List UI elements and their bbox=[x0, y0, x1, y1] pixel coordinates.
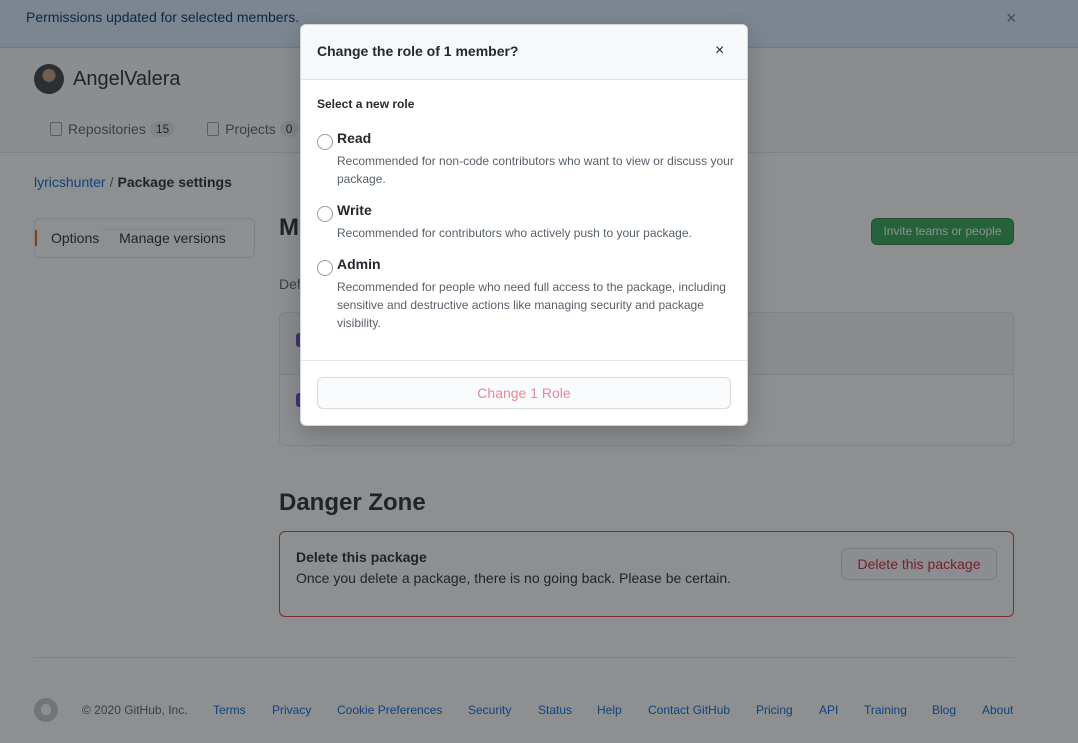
dialog-title: Change the role of 1 member? bbox=[317, 43, 519, 59]
role-option-write[interactable]: Write Recommended for contributors who a… bbox=[317, 202, 737, 244]
role-option-read[interactable]: Read Recommended for non-code contributo… bbox=[317, 130, 737, 190]
role-write-name: Write bbox=[337, 202, 372, 218]
dialog-header: Change the role of 1 member? × bbox=[301, 25, 747, 80]
change-role-dialog: Change the role of 1 member? × Select a … bbox=[300, 24, 748, 426]
role-read-description: Recommended for non-code contributors wh… bbox=[337, 154, 734, 186]
close-icon[interactable]: × bbox=[715, 42, 724, 60]
role-read-radio[interactable] bbox=[317, 134, 333, 150]
change-role-button[interactable]: Change 1 Role bbox=[317, 377, 731, 409]
dialog-divider bbox=[301, 360, 747, 361]
role-admin-description: Recommended for people who need full acc… bbox=[337, 280, 726, 330]
role-admin-name: Admin bbox=[337, 256, 381, 272]
role-write-description: Recommended for contributors who activel… bbox=[337, 226, 692, 240]
role-write-radio[interactable] bbox=[317, 206, 333, 222]
role-read-name: Read bbox=[337, 130, 372, 146]
select-role-label: Select a new role bbox=[317, 97, 415, 111]
role-admin-radio[interactable] bbox=[317, 260, 333, 276]
role-option-admin[interactable]: Admin Recommended for people who need fu… bbox=[317, 256, 737, 334]
